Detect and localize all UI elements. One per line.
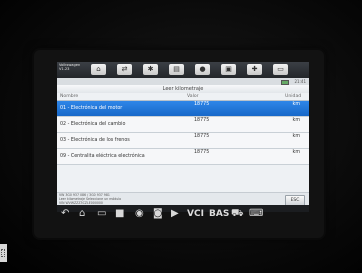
android-nav-bar: ↶ ⌂ ▭ ■ ◉ ◙ ▶ VCI BAS ⛟ ⌨ [57,204,309,226]
table-row[interactable]: 02 - Electrónica del cambio 18775 km [57,117,309,133]
recent-apps-icon[interactable]: ▭ [97,207,106,221]
column-header-value: Valor [187,94,199,99]
status-bar: 21:41 [57,78,309,85]
row-unit: km [292,150,300,155]
message-button[interactable]: ▭ [273,64,288,75]
row-name: 01 - Electrónica del motor [60,106,123,111]
help-icon: ● [199,65,206,73]
row-unit: km [292,134,300,139]
home-icon: ⌂ [96,65,101,73]
menu-icon[interactable]: ■ [115,207,124,221]
help-button[interactable]: ● [195,64,210,75]
app-title: Volkswagen V1.23 [59,63,85,77]
vehicle-button[interactable]: ⇄ [117,64,132,75]
home-button[interactable]: ⌂ [91,64,106,75]
app-title-line2: V1.23 [59,67,70,72]
keyboard-icon[interactable]: ⌨ [249,207,263,221]
settings-button[interactable]: ✱ [143,64,158,75]
back-icon[interactable]: ↶ [61,207,69,221]
home-icon[interactable]: ⌂ [79,207,85,221]
row-name: 02 - Electrónica del cambio [60,122,126,127]
car-icon[interactable]: ⛟ [231,207,244,221]
status-time: 21:41 [294,79,306,84]
settings-icon: ✱ [147,65,154,73]
print-button[interactable]: ▤ [169,64,184,75]
vci-button[interactable]: VCI [187,207,204,221]
tablet-screen: Volkswagen V1.23 ⌂ ⇄ ✱ ▤ ● ▣ ✚ ▭ 21:41 L… [57,62,309,212]
data-icon: ✚ [251,65,258,73]
row-value: 18775 [194,118,210,123]
row-value: 18775 [194,150,210,155]
table-row[interactable]: 01 - Electrónica del motor 18775 km [57,101,309,117]
row-name: 09 - Centralita eléctrica electrónica [60,154,145,159]
video-icon[interactable]: ▶ [171,207,179,221]
vehicle-icon: ⇄ [121,65,128,73]
row-value: 18775 [194,134,210,139]
column-header-name: Nombre [60,94,79,99]
row-unit: km [292,102,300,107]
table-row[interactable]: 03 - Electrónica de los frenos 18775 km [57,133,309,149]
top-toolbar: Volkswagen V1.23 ⌂ ⇄ ✱ ▤ ● ▣ ✚ ▭ [57,62,309,78]
print-icon: ▤ [173,65,180,73]
sticker-mark [0,244,7,262]
save-icon: ▣ [225,65,232,73]
panel-title: Leer kilometraje [57,85,309,93]
data-button[interactable]: ✚ [247,64,262,75]
row-value: 18775 [194,102,210,107]
browser-icon[interactable]: ◉ [135,207,144,221]
save-button[interactable]: ▣ [221,64,236,75]
row-unit: km [292,118,300,123]
column-header-unit: Unidad [285,94,302,99]
message-icon: ▭ [277,65,284,73]
bas-button[interactable]: BAS [209,207,229,221]
row-name: 03 - Electrónica de los frenos [60,138,130,143]
camera-icon[interactable]: ◙ [153,207,163,221]
table-row[interactable]: 09 - Centralita eléctrica electrónica 18… [57,149,309,165]
